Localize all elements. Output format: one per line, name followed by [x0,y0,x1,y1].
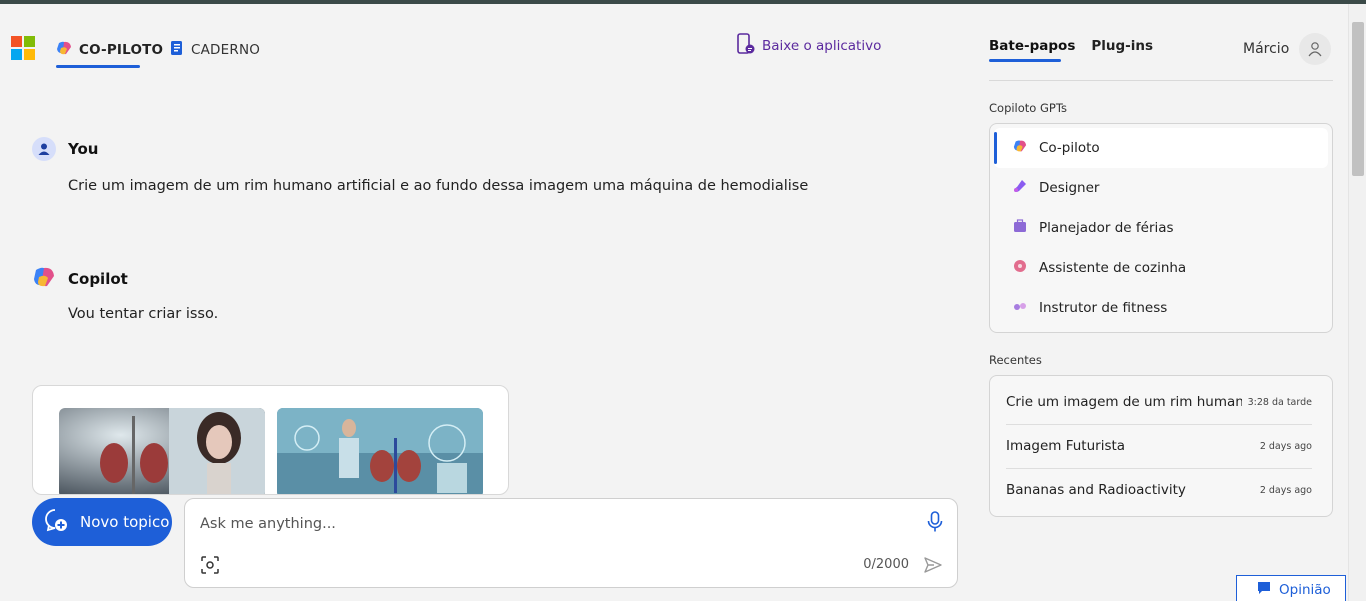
recent-chat-item[interactable]: Imagem Futurista 2 days ago [1006,424,1312,468]
recent-section-label: Recentes [989,353,1042,367]
notebook-icon [170,40,184,60]
user-avatar-icon [32,137,56,161]
recent-chat-item[interactable]: Crie um imagem de um rim humano artifici… [1006,380,1312,424]
gpt-item-label: Planejador de férias [1039,220,1174,236]
generated-images-card [32,385,509,495]
gpt-item-cooking-assistant[interactable]: Assistente de cozinha [994,248,1328,288]
copilot-icon [56,40,72,60]
gpts-section-label: Copiloto GPTs [989,101,1067,115]
user-message-text: Crie um imagem de um rim humano artifici… [68,178,809,194]
suitcase-icon [1013,219,1027,237]
character-counter: 0/2000 [863,557,909,572]
gpt-item-label: Assistente de cozinha [1039,260,1187,276]
tab-copilot[interactable]: CO-PILOTO [56,34,164,68]
gpt-item-vacation-planner[interactable]: Planejador de férias [994,208,1328,248]
send-icon[interactable] [923,556,943,578]
recent-chat-title: Bananas and Radioactivity [1006,482,1186,498]
tab-active-underline [989,59,1061,62]
recent-chat-time: 2 days ago [1259,484,1312,496]
tab-copilot-label: CO-PILOTO [79,42,164,58]
recent-chat-item[interactable]: Bananas and Radioactivity 2 days ago [1006,468,1312,512]
page-scrollbar[interactable] [1348,4,1366,601]
tab-chats-label: Bate-papos [989,38,1076,54]
phone-icon [736,33,756,59]
new-topic-button[interactable]: Novo topico [32,498,172,546]
gpt-item-designer[interactable]: Designer [994,168,1328,208]
feedback-label: Opinião [1279,582,1331,598]
gpt-item-fitness-trainer[interactable]: Instrutor de fitness [994,288,1328,328]
sidebar-tabs: Bate-papos Plug-ins [989,38,1153,62]
profile-icon [1299,33,1332,65]
microsoft-logo-icon[interactable] [11,36,35,60]
dumbbell-icon [1013,299,1027,317]
generated-image-thumbnail[interactable] [277,408,483,494]
tab-chats[interactable]: Bate-papos [989,38,1076,62]
tab-notebook[interactable]: CADERNO [170,34,260,66]
user-message-header: You [32,137,98,161]
download-app-link[interactable]: Baixe o aplicativo [736,33,882,59]
generated-image-thumbnail[interactable] [59,408,265,494]
visual-search-icon[interactable] [201,556,219,578]
designer-icon [1013,179,1027,197]
user-name: You [68,140,99,158]
copilot-avatar-icon [32,265,56,293]
recent-chat-time: 2 days ago [1259,440,1312,452]
gpt-item-label: Designer [1039,180,1100,196]
user-profile[interactable]: Márcio [1243,33,1332,65]
tab-notebook-label: CADERNO [191,42,261,58]
copilot-icon [1013,139,1027,157]
tab-plugins[interactable]: Plug-ins [1091,38,1153,54]
gpt-item-label: Instrutor de fitness [1039,300,1168,316]
header: CO-PILOTO CADERNO Baixe o aplicativo [0,4,980,74]
download-app-label: Baixe o aplicativo [762,38,882,54]
gpt-item-label: Co-piloto [1039,140,1100,156]
donut-icon [1013,259,1027,277]
chat-composer: 0/2000 [184,498,958,588]
feedback-button[interactable]: Opinião [1236,575,1346,601]
recent-chats-list: Crie um imagem de um rim humano artifici… [989,375,1333,517]
chat-input[interactable] [200,511,900,537]
recent-chat-title: Imagem Futurista [1006,438,1126,454]
new-chat-icon [44,508,68,536]
feedback-icon [1257,581,1271,599]
user-profile-name: Márcio [1243,41,1290,57]
gpt-item-copilot[interactable]: Co-piloto [994,128,1328,168]
new-topic-label: Novo topico [80,513,170,531]
copilot-name: Copilot [68,270,128,288]
tab-active-underline [56,65,140,68]
copilot-message-text: Vou tentar criar isso. [68,306,219,322]
recent-chat-time: 3:28 da tarde [1247,396,1312,408]
gpts-list: Co-piloto Designer Planejador de férias … [989,123,1333,333]
recent-chat-title: Crie um imagem de um rim humano artifici… [1006,394,1242,410]
sidebar-divider [989,80,1333,81]
microphone-icon[interactable] [927,511,943,537]
copilot-message-header: Copilot [32,265,128,293]
scrollbar-thumb[interactable] [1352,22,1364,176]
